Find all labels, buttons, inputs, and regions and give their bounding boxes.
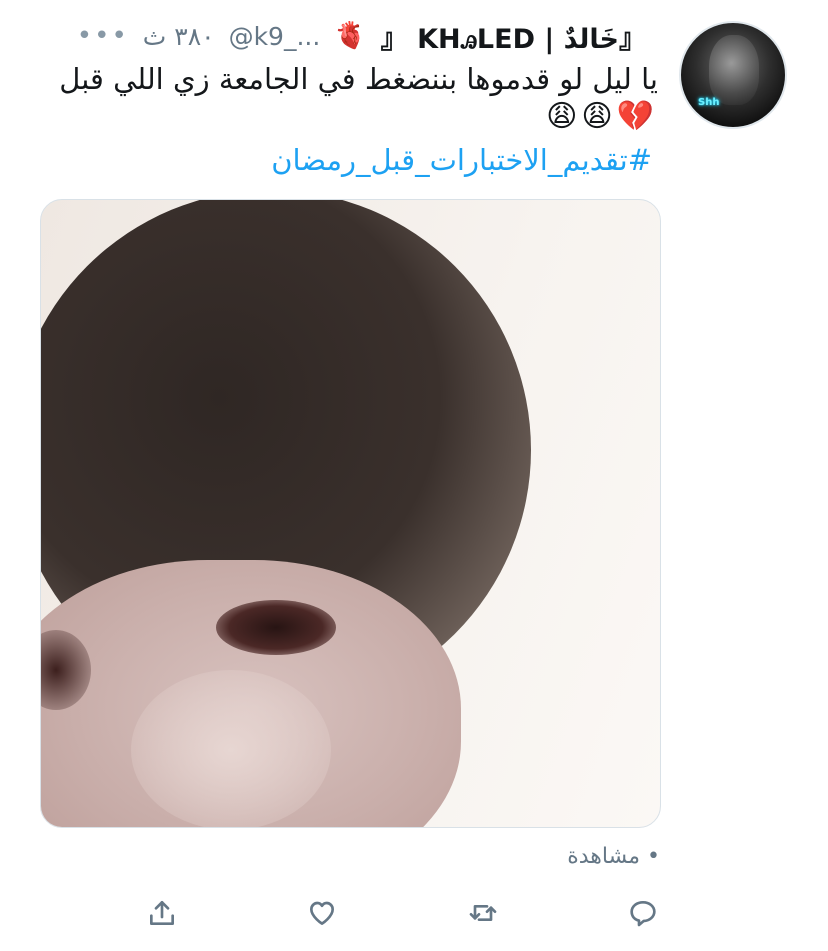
like-button[interactable] [302, 893, 342, 933]
hashtag-link[interactable]: #تقديم_الاختبارات_قبل_رمضان [271, 143, 652, 177]
tweet-video[interactable] [40, 199, 661, 828]
display-name[interactable]: 『خَالدٌ | KHꭿLED 『 [381, 17, 646, 56]
retweet-icon [469, 905, 497, 921]
tweet-time: ۳۸۰ ث [142, 21, 215, 51]
tweet-emojis: 💔😩😩 [546, 99, 658, 134]
tweet-header: 『خَالدٌ | KHꭿLED 『 🫀 @k9_... ۳۸۰ ث ••• [77, 17, 646, 56]
tweet-body: يا ليل لو قدموها بننضغط في الجامعة زي ال… [38, 60, 658, 136]
share-icon [150, 901, 174, 925]
video-eye [216, 600, 336, 655]
retweet-button[interactable] [463, 893, 503, 933]
action-bar [135, 893, 675, 933]
tweet-text: يا ليل لو قدموها بننضغط في الجامعة زي ال… [59, 62, 658, 96]
view-count: • مشاهدة [567, 844, 660, 869]
video-cheek [131, 670, 331, 827]
user-handle[interactable]: @k9_... [229, 22, 321, 51]
heart-emoji: 🫀 [334, 21, 367, 51]
avatar-face [709, 35, 759, 105]
share-button[interactable] [142, 893, 182, 933]
reply-button[interactable] [623, 893, 663, 933]
avatar[interactable]: Shh [679, 21, 787, 129]
avatar-text: Shh [698, 97, 720, 108]
reply-icon [630, 901, 656, 927]
more-options-icon[interactable]: ••• [77, 21, 129, 51]
like-icon [310, 901, 334, 925]
